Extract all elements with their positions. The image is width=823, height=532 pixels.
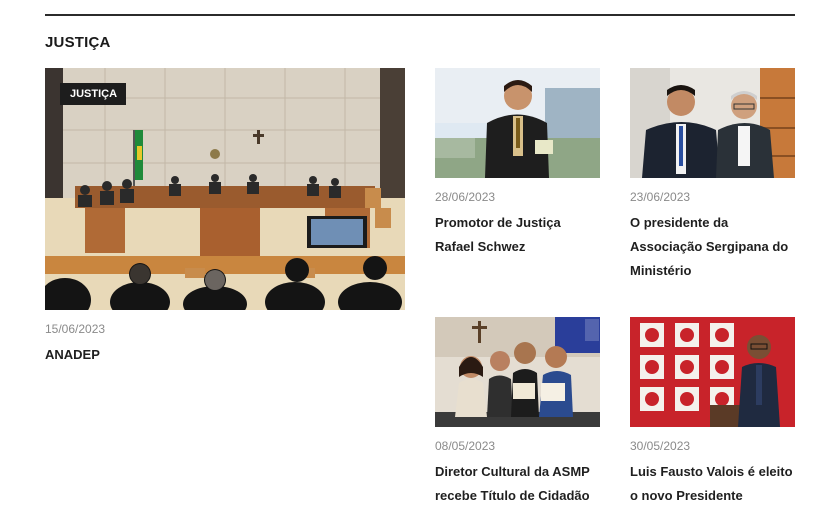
article-date: 28/06/2023 xyxy=(435,190,496,204)
article-title-line[interactable]: o novo Presidente xyxy=(630,484,743,508)
article-title-line[interactable]: recebe Título de Cidadão xyxy=(435,484,590,508)
article-title-line[interactable]: Promotor de Justiça xyxy=(435,211,561,235)
section-top-rule xyxy=(45,14,795,16)
featured-date: 15/06/2023 xyxy=(45,322,106,336)
article-title-line[interactable]: Ministério xyxy=(630,259,691,283)
article-thumbnail[interactable] xyxy=(435,317,600,427)
article-title-line[interactable]: Luis Fausto Valois é eleito xyxy=(630,460,793,484)
article-thumbnail[interactable] xyxy=(630,68,795,178)
article-title-line[interactable]: Associação Sergipana do xyxy=(630,235,788,259)
article-title-line[interactable]: Rafael Schwez xyxy=(435,235,525,259)
section-title: JUSTIÇA xyxy=(45,34,111,51)
article-date: 08/05/2023 xyxy=(435,439,496,453)
article-title-line[interactable]: Diretor Cultural da ASMP xyxy=(435,460,590,484)
article-date: 23/06/2023 xyxy=(630,190,691,204)
article-title-line[interactable]: O presidente da xyxy=(630,211,728,235)
featured-title-link[interactable]: ANADEP xyxy=(45,343,100,367)
article-thumbnail[interactable] xyxy=(435,68,600,178)
article-thumbnail[interactable] xyxy=(630,317,795,427)
article-date: 30/05/2023 xyxy=(630,439,691,453)
category-badge[interactable]: JUSTIÇA xyxy=(60,83,127,105)
